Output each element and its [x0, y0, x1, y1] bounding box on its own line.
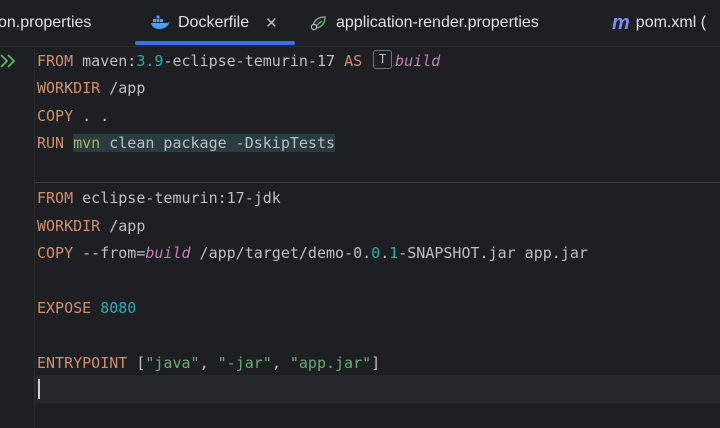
code-editor[interactable]: FROM maven:3.9-eclipse-temurin-17 AS Tbu…	[35, 47, 720, 428]
tab-pom-xml[interactable]: m pom.xml (	[612, 0, 706, 46]
editor-gutter	[0, 47, 35, 428]
close-icon[interactable]: ✕	[265, 14, 278, 32]
type-hint-icon: T	[373, 50, 393, 69]
tab-application-render-properties[interactable]: application-render.properties	[310, 0, 539, 46]
tab-label: on.properties	[0, 14, 92, 31]
instruction-separator	[35, 182, 720, 183]
code-line-2: WORKDIR /app	[37, 79, 146, 97]
docker-icon	[150, 15, 170, 31]
tab-label: pom.xml (	[635, 14, 707, 31]
current-line-highlight	[35, 375, 720, 403]
tab-application-properties[interactable]: on.properties	[0, 0, 91, 46]
code-line-8: COPY --from=build /app/target/demo-0.0.1…	[37, 244, 588, 262]
code-line-6: FROM eclipse-temurin:17-jdk	[37, 189, 281, 207]
code-line-10: EXPOSE 8080	[37, 299, 137, 317]
tab-dockerfile[interactable]: Dockerfile ✕	[150, 0, 278, 46]
run-double-chevron-icon[interactable]	[0, 52, 18, 75]
active-tab-indicator	[135, 41, 295, 45]
code-line-12: ENTRYPOINT ["java", "-jar", "app.jar"]	[37, 354, 381, 372]
editor-tab-bar: on.properties Dockerfile ✕ application-r…	[0, 0, 720, 47]
code-line-7: WORKDIR /app	[37, 217, 146, 235]
text-caret	[38, 379, 40, 399]
code-line-3: COPY . .	[37, 107, 110, 125]
spring-leaf-icon	[310, 15, 328, 31]
code-line-1: FROM maven:3.9-eclipse-temurin-17 AS Tbu…	[37, 50, 441, 70]
tab-label: application-render.properties	[336, 14, 539, 31]
code-line-4: RUN mvn clean package -DskipTests	[37, 134, 336, 152]
maven-icon: m	[612, 11, 630, 34]
tab-label: Dockerfile	[178, 14, 250, 31]
